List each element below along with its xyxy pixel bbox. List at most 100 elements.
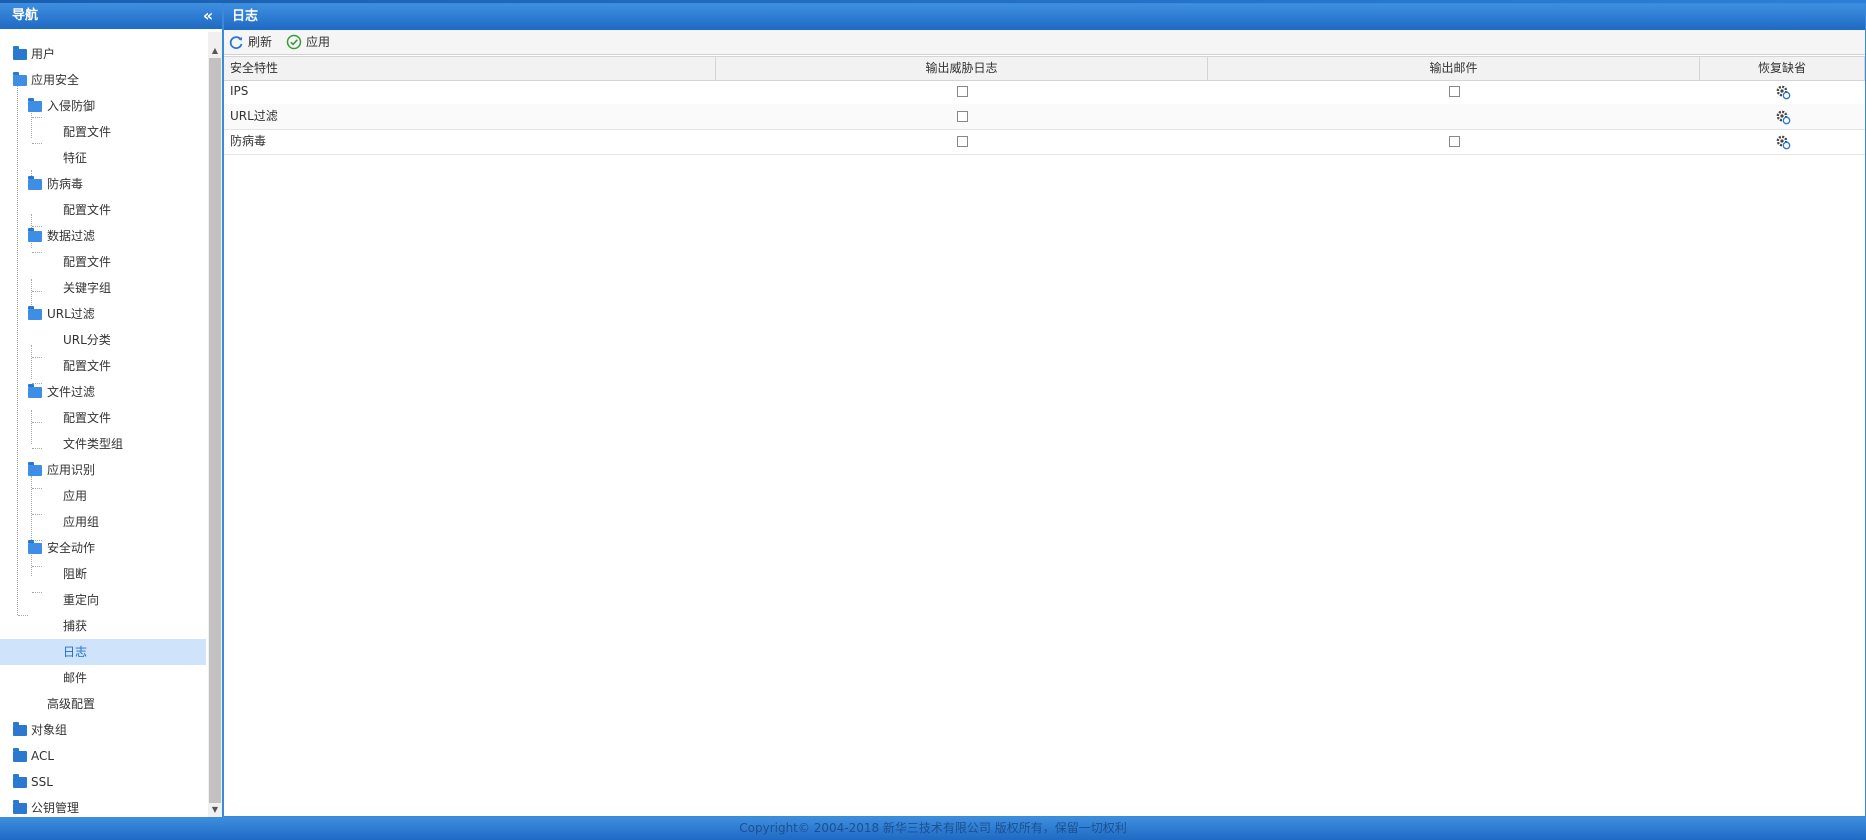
nav-item-label: 应用安全 [31, 73, 80, 87]
gear-restore-icon[interactable] [1775, 134, 1791, 150]
nav-tree: 用户 应用安全 入侵防御 配置文件 特征 防病毒 配置文件 数据过滤 配置文件 [0, 32, 206, 817]
nav-item-label: 安全动作 [47, 541, 96, 555]
refresh-label: 刷新 [248, 35, 273, 49]
nav-item-acl[interactable]: ACL [0, 743, 206, 769]
scroll-up-arrow-icon[interactable]: ▲ [208, 44, 222, 58]
feature-name: IPS [230, 84, 249, 98]
nav-item-label: ACL [31, 749, 55, 763]
nav-item-app-security[interactable]: 应用安全 [0, 67, 206, 93]
footer: Copyright© 2004-2018 新华三技术有限公司 版权所有，保留一切… [0, 817, 1866, 840]
nav-item-ips-profile[interactable]: 配置文件 [0, 119, 206, 145]
nav-item-pki[interactable]: 公钥管理 [0, 795, 206, 817]
nav-item-antivirus[interactable]: 防病毒 [0, 171, 206, 197]
nav-item-url-category[interactable]: URL分类 [0, 327, 206, 353]
nav-item-label: 邮件 [63, 671, 88, 685]
scroll-down-arrow-icon[interactable]: ▼ [208, 803, 222, 817]
nav-item-label: 特征 [63, 151, 88, 165]
table-row: 防病毒 [224, 129, 1865, 155]
threat-log-checkbox[interactable] [957, 86, 968, 97]
nav-item-users[interactable]: 用户 [0, 41, 206, 67]
apply-button[interactable]: 应用 [286, 30, 332, 54]
refresh-icon [229, 36, 243, 50]
threat-log-checkbox[interactable] [957, 136, 968, 147]
nav-item-keyword-group[interactable]: 关键字组 [0, 275, 206, 301]
nav-item-label: 数据过滤 [47, 229, 96, 243]
folder-open-icon [28, 384, 42, 398]
nav-item-label: 重定向 [63, 593, 100, 607]
nav-item-application-group[interactable]: 应用组 [0, 509, 206, 535]
column-header-threat-log[interactable]: 输出威胁日志 [716, 57, 1208, 80]
folder-icon [13, 774, 27, 788]
gear-restore-icon[interactable] [1775, 84, 1791, 100]
folder-icon [13, 46, 27, 60]
nav-item-label: 文件类型组 [63, 437, 124, 451]
nav-item-block[interactable]: 阻断 [0, 561, 206, 587]
panel-header: 日志 [224, 4, 1865, 30]
nav-header: 导航 « [0, 3, 222, 29]
folder-icon [13, 722, 27, 736]
nav-item-advanced-config[interactable]: 高级配置 [0, 691, 206, 717]
folder-open-icon [28, 462, 42, 476]
nav-item-ips[interactable]: 入侵防御 [0, 93, 206, 119]
nav-item-label: 高级配置 [47, 697, 96, 711]
nav-item-file-type-group[interactable]: 文件类型组 [0, 431, 206, 457]
nav-item-label: URL过滤 [47, 307, 95, 321]
column-header-restore-default[interactable]: 恢复缺省 [1700, 57, 1865, 80]
nav-item-ff-profile[interactable]: 配置文件 [0, 405, 206, 431]
folder-open-icon [13, 72, 27, 86]
nav-item-application[interactable]: 应用 [0, 483, 206, 509]
nav-item-label: 阻断 [63, 567, 88, 581]
nav-item-capture[interactable]: 捕获 [0, 613, 206, 639]
feature-name: URL过滤 [230, 109, 278, 123]
table-row: IPS [224, 79, 1865, 105]
nav-item-label: 配置文件 [63, 359, 112, 373]
nav-scrollbar[interactable]: ▲ ▼ [208, 32, 222, 817]
nav-item-label: 应用识别 [47, 463, 96, 477]
double-chevron-left-icon[interactable]: « [200, 3, 216, 29]
folder-open-icon [28, 228, 42, 242]
scroll-thumb[interactable] [209, 58, 221, 803]
folder-open-icon [28, 176, 42, 190]
nav-item-label: 配置文件 [63, 125, 112, 139]
nav-item-label: 对象组 [31, 723, 68, 737]
nav-item-label: 应用 [63, 489, 88, 503]
nav-item-label: 日志 [63, 645, 88, 659]
nav-item-label: 配置文件 [63, 203, 112, 217]
mail-checkbox[interactable] [1449, 86, 1460, 97]
nav-item-file-filter[interactable]: 文件过滤 [0, 379, 206, 405]
folder-open-icon [28, 540, 42, 554]
navigation-panel: 导航 « 用户 应用安全 入侵防御 配置文件 特征 防病毒 配置文件 数据过滤 … [0, 3, 224, 817]
nav-item-label: 公钥管理 [31, 801, 80, 815]
feature-name: 防病毒 [230, 134, 267, 148]
nav-item-ips-signature[interactable]: 特征 [0, 145, 206, 171]
column-header-mail[interactable]: 输出邮件 [1208, 57, 1700, 80]
nav-item-label: 文件过滤 [47, 385, 96, 399]
nav-item-av-profile[interactable]: 配置文件 [0, 197, 206, 223]
page-title: 日志 [232, 9, 259, 24]
nav-item-redirect[interactable]: 重定向 [0, 587, 206, 613]
toolbar: 刷新 应用 [224, 30, 1865, 55]
nav-item-log[interactable]: 日志 [0, 639, 206, 665]
threat-log-checkbox[interactable] [957, 111, 968, 122]
nav-item-mail[interactable]: 邮件 [0, 665, 206, 691]
table-row: URL过滤 [224, 104, 1865, 130]
folder-icon [13, 748, 27, 762]
gear-restore-icon[interactable] [1775, 109, 1791, 125]
nav-item-url-profile[interactable]: 配置文件 [0, 353, 206, 379]
copyright-text: Copyright© 2004-2018 新华三技术有限公司 版权所有，保留一切… [739, 821, 1127, 835]
nav-item-data-filter[interactable]: 数据过滤 [0, 223, 206, 249]
check-circle-icon [286, 34, 302, 50]
nav-item-object-group[interactable]: 对象组 [0, 717, 206, 743]
column-header-feature[interactable]: 安全特性 [224, 57, 716, 80]
nav-item-df-profile[interactable]: 配置文件 [0, 249, 206, 275]
nav-item-label: 捕获 [63, 619, 88, 633]
folder-icon [13, 800, 27, 814]
nav-item-url-filter[interactable]: URL过滤 [0, 301, 206, 327]
nav-item-app-identify[interactable]: 应用识别 [0, 457, 206, 483]
refresh-button[interactable]: 刷新 [228, 30, 274, 54]
nav-item-label: 防病毒 [47, 177, 84, 191]
nav-item-label: URL分类 [63, 333, 111, 347]
nav-item-ssl[interactable]: SSL [0, 769, 206, 795]
nav-item-security-action[interactable]: 安全动作 [0, 535, 206, 561]
mail-checkbox[interactable] [1449, 136, 1460, 147]
